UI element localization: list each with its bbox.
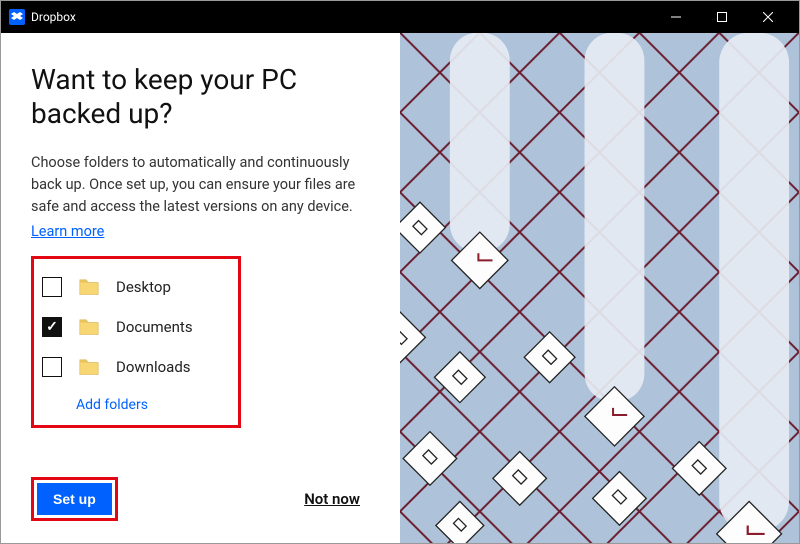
maximize-button[interactable] [699,1,745,33]
folder-row-documents[interactable]: Documents [42,307,230,347]
left-pane: Want to keep your PC backed up? Choose f… [1,33,400,543]
titlebar: Dropbox [1,1,799,33]
page-subtext: Choose folders to automatically and cont… [31,152,370,217]
checkbox-downloads[interactable] [42,357,62,377]
learn-more-link[interactable]: Learn more [31,223,370,240]
checkbox-documents[interactable] [42,317,62,337]
minimize-button[interactable] [653,1,699,33]
page-heading: Want to keep your PC backed up? [31,63,370,130]
actions-row: Set up Not now [31,477,370,521]
folder-icon [78,358,100,376]
close-button[interactable] [745,1,791,33]
content: Want to keep your PC backed up? Choose f… [1,33,799,543]
folder-list-annotation: Desktop Documents Downloads Add fol [31,256,241,428]
checkbox-desktop[interactable] [42,277,62,297]
folder-row-desktop[interactable]: Desktop [42,267,230,307]
folder-icon [78,278,100,296]
folder-label-documents: Documents [116,318,193,336]
decorative-illustration [400,33,799,543]
not-now-link[interactable]: Not now [304,490,360,508]
setup-button[interactable]: Set up [37,483,112,515]
app-window: Dropbox Want to keep your PC backed up? … [0,0,800,544]
folder-label-desktop: Desktop [116,278,171,296]
folder-icon [78,318,100,336]
folder-row-downloads[interactable]: Downloads [42,347,230,387]
titlebar-title: Dropbox [31,10,76,24]
setup-annotation: Set up [31,477,118,521]
add-folders-link[interactable]: Add folders [76,397,230,413]
folder-label-downloads: Downloads [116,358,191,376]
dropbox-icon [9,9,25,25]
